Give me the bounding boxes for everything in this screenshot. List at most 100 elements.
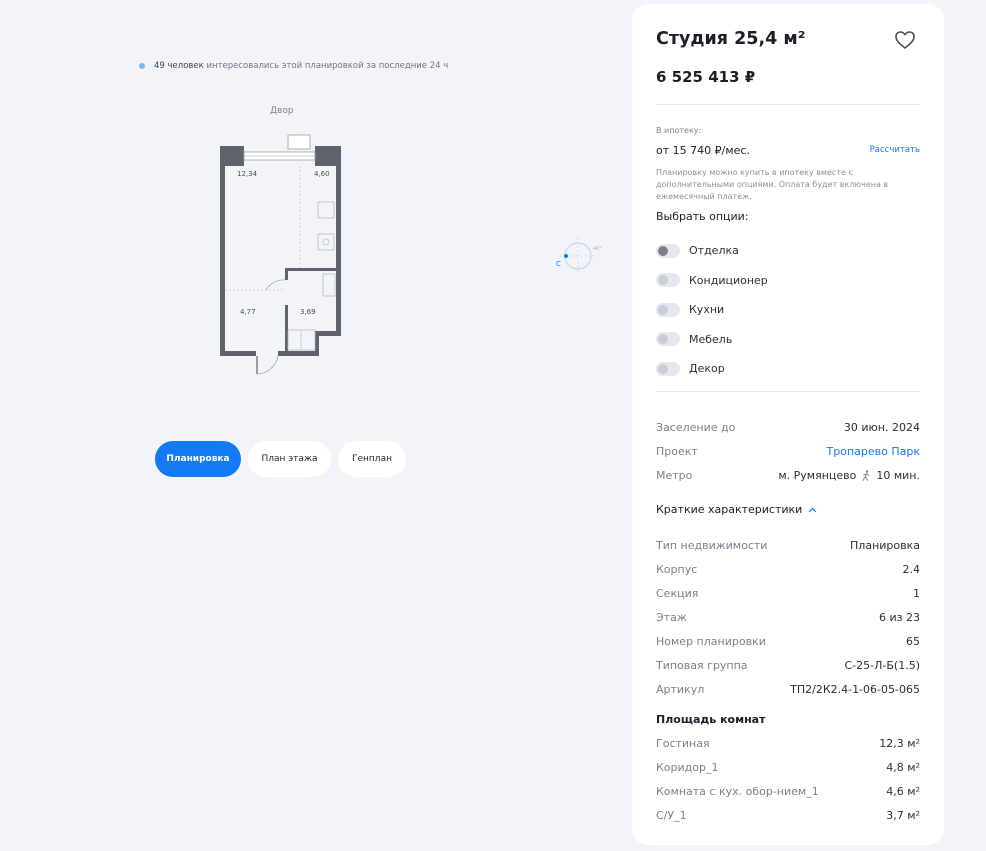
mortgage-label: В ипотеку: bbox=[656, 126, 702, 135]
tab-floor-plan[interactable]: План этажа bbox=[248, 441, 331, 477]
spec-row: Номер планировки 65 bbox=[656, 629, 920, 653]
spec-key: Типовая группа bbox=[656, 658, 748, 672]
option-toggle[interactable] bbox=[656, 302, 680, 317]
option-toggle[interactable] bbox=[656, 243, 680, 258]
option-finishing[interactable]: Отделка bbox=[656, 236, 920, 266]
divider bbox=[656, 391, 920, 392]
interest-note: 49 человек интересовались этой планировк… bbox=[139, 61, 448, 71]
spec-row: Тип недвижимости Планировка bbox=[656, 533, 920, 557]
spec-key: Корпус bbox=[656, 562, 698, 576]
spec-value: 1 bbox=[913, 586, 920, 600]
spec-key: Номер планировки bbox=[656, 634, 766, 648]
option-kitchens[interactable]: Кухни bbox=[656, 295, 920, 325]
room-key: Гостиная bbox=[656, 736, 710, 750]
room-value: 4,6 м² bbox=[886, 784, 920, 798]
spec-row: Корпус 2.4 bbox=[656, 557, 920, 581]
rooms-list: Гостиная 12,3 м² Коридор_1 4,8 м² Комната … bbox=[656, 731, 920, 827]
metro-value: м. Румянцево 10 мин. bbox=[778, 469, 920, 482]
compass-icon: С 40° bbox=[556, 238, 602, 274]
area-label-corridor: 4,77 bbox=[240, 308, 256, 316]
spec-row: Типовая группа С-25-Л-Б(1.5) bbox=[656, 653, 920, 677]
project-link[interactable]: Тропарево Парк bbox=[827, 445, 920, 458]
options-list: Отделка Кондиционер Кухни Мебель Декор bbox=[656, 236, 920, 384]
view-tabs: Планировка План этажа Генплан bbox=[155, 441, 406, 477]
area-label-kitchen: 4,60 bbox=[314, 170, 330, 178]
spec-row: Артикул ТП2/2К2.4-1-06-05-065 bbox=[656, 677, 920, 701]
area-label-bathroom: 3,69 bbox=[300, 308, 316, 316]
interest-dot-icon bbox=[139, 63, 145, 69]
option-toggle[interactable] bbox=[656, 361, 680, 376]
room-row: Комната с кух. обор-нием_1 4,6 м² bbox=[656, 779, 920, 803]
spec-key: Тип недвижимости bbox=[656, 538, 768, 552]
compass-north-label: С bbox=[556, 260, 561, 268]
info-key: Метро bbox=[656, 468, 693, 482]
options-title: Выбрать опции: bbox=[656, 210, 749, 223]
toggle-knob bbox=[658, 245, 668, 256]
interest-text: интересовались этой планировкой за после… bbox=[206, 61, 449, 71]
info-key: Проект bbox=[656, 444, 698, 458]
option-furniture[interactable]: Мебель bbox=[656, 325, 920, 355]
info-row-settle: Заселение до 30 июн. 2024 bbox=[656, 415, 920, 439]
room-value: 4,8 м² bbox=[886, 760, 920, 774]
toggle-knob bbox=[658, 363, 668, 374]
room-row: С/У_1 3,7 м² bbox=[656, 803, 920, 827]
favorite-heart-icon[interactable] bbox=[894, 30, 916, 50]
rooms-title: Площадь комнат bbox=[656, 713, 766, 726]
chevron-up-icon bbox=[808, 507, 817, 512]
spec-value: 2.4 bbox=[902, 562, 921, 576]
info-value: 30 июн. 2024 bbox=[843, 420, 920, 434]
compass-degree-label: 40° bbox=[593, 246, 602, 252]
spec-value: 65 bbox=[906, 634, 920, 648]
info-key: Заселение до bbox=[656, 420, 736, 434]
spec-row: Этаж 6 из 23 bbox=[656, 605, 920, 629]
floor-plan: 12,34 4,60 4,77 3,69 bbox=[220, 134, 341, 375]
toggle-knob bbox=[658, 334, 668, 345]
interest-count: 49 человек bbox=[154, 61, 204, 71]
option-label: Кондиционер bbox=[689, 273, 768, 287]
brief-toggle[interactable]: Краткие характеристики bbox=[656, 503, 920, 516]
metro-station: м. Румянцево bbox=[778, 468, 857, 482]
room-value: 12,3 м² bbox=[879, 736, 920, 750]
tab-layout[interactable]: Планировка bbox=[155, 441, 241, 477]
spec-key: Артикул bbox=[656, 682, 705, 696]
divider bbox=[656, 104, 920, 105]
option-label: Мебель bbox=[689, 332, 733, 346]
yard-label: Двор bbox=[270, 106, 294, 116]
specs-list: Тип недвижимости Планировка Корпус 2.4 Сек… bbox=[656, 533, 920, 701]
metro-time: 10 мин. bbox=[876, 468, 920, 482]
room-key: С/У_1 bbox=[656, 808, 687, 822]
tab-master-plan[interactable]: Генплан bbox=[338, 441, 406, 477]
room-key: Коридор_1 bbox=[656, 760, 719, 774]
apartment-title: Студия 25,4 м² bbox=[656, 29, 806, 49]
spec-value: ТП2/2К2.4-1-06-05-065 bbox=[790, 682, 920, 696]
option-conditioner[interactable]: Кондиционер bbox=[656, 266, 920, 296]
info-rows: Заселение до 30 июн. 2024 Проект Тропаре… bbox=[656, 415, 920, 487]
info-row-metro: Метро м. Румянцево 10 мин. bbox=[656, 463, 920, 487]
walking-icon bbox=[862, 469, 870, 481]
toggle-knob bbox=[658, 275, 668, 286]
brief-title: Краткие характеристики bbox=[656, 503, 803, 516]
room-row: Гостиная 12,3 м² bbox=[656, 731, 920, 755]
spec-key: Этаж bbox=[656, 610, 687, 624]
info-row-project: Проект Тропарево Парк bbox=[656, 439, 920, 463]
option-label: Декор bbox=[689, 362, 725, 376]
option-toggle[interactable] bbox=[656, 332, 680, 347]
spec-value: 6 из 23 bbox=[879, 610, 920, 624]
area-label-living: 12,34 bbox=[237, 170, 258, 178]
room-value: 3,7 м² bbox=[886, 808, 920, 822]
toggle-knob bbox=[658, 304, 668, 315]
spec-value: С-25-Л-Б(1.5) bbox=[844, 658, 920, 672]
option-toggle[interactable] bbox=[656, 273, 680, 288]
room-row: Коридор_1 4,8 м² bbox=[656, 755, 920, 779]
room-key: Комната с кух. обор-нием_1 bbox=[656, 784, 819, 798]
mortgage-calculate-link[interactable]: Рассчитать bbox=[870, 145, 920, 155]
spec-key: Секция bbox=[656, 586, 699, 600]
option-label: Отделка bbox=[689, 244, 739, 258]
mortgage-note: Планировку можно купить в ипотеку вместе… bbox=[656, 168, 889, 201]
spec-row: Секция 1 bbox=[656, 581, 920, 605]
option-label: Кухни bbox=[689, 303, 725, 317]
apartment-card: Студия 25,4 м² 6 525 413 ₽ В ипотеку: от… bbox=[632, 4, 944, 845]
spec-value: Планировка bbox=[850, 538, 920, 552]
option-decor[interactable]: Декор bbox=[656, 354, 920, 384]
apartment-price: 6 525 413 ₽ bbox=[656, 68, 756, 86]
